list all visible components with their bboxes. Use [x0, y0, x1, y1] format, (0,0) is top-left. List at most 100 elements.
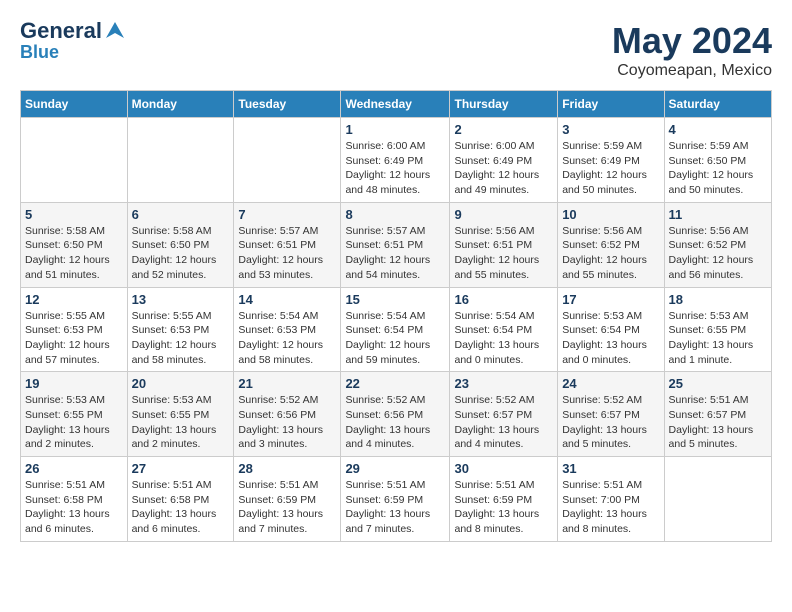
day-number: 20	[132, 376, 230, 391]
calendar-header-row: SundayMondayTuesdayWednesdayThursdayFrid…	[21, 91, 772, 118]
calendar-cell: 29 Sunrise: 5:51 AM Sunset: 6:59 PM Dayli…	[341, 457, 450, 542]
day-info: Sunrise: 6:00 AM Sunset: 6:49 PM Dayligh…	[345, 139, 445, 198]
day-number: 21	[238, 376, 336, 391]
day-info: Sunrise: 5:57 AM Sunset: 6:51 PM Dayligh…	[345, 224, 445, 283]
column-header-tuesday: Tuesday	[234, 91, 341, 118]
day-number: 22	[345, 376, 445, 391]
day-info: Sunrise: 5:52 AM Sunset: 6:57 PM Dayligh…	[562, 393, 659, 452]
column-header-thursday: Thursday	[450, 91, 558, 118]
week-row-5: 26 Sunrise: 5:51 AM Sunset: 6:58 PM Dayli…	[21, 457, 772, 542]
logo-bird-icon	[104, 20, 126, 42]
calendar-cell: 5Sunrise: 5:58 AM Sunset: 6:50 PM Daylig…	[21, 202, 128, 287]
day-info: Sunrise: 5:51 AM Sunset: 6:58 PM Dayligh…	[25, 478, 123, 537]
day-info: Sunrise: 5:55 AM Sunset: 6:53 PM Dayligh…	[132, 309, 230, 368]
day-info: Sunrise: 5:51 AM Sunset: 6:59 PM Dayligh…	[345, 478, 445, 537]
day-info: Sunrise: 5:56 AM Sunset: 6:51 PM Dayligh…	[454, 224, 553, 283]
day-number: 28	[238, 461, 336, 476]
day-info: Sunrise: 6:00 AM Sunset: 6:49 PM Dayligh…	[454, 139, 553, 198]
calendar-cell: 16 Sunrise: 5:54 AM Sunset: 6:54 PM Dayli…	[450, 287, 558, 372]
day-number: 23	[454, 376, 553, 391]
column-header-monday: Monday	[127, 91, 234, 118]
day-info: Sunrise: 5:56 AM Sunset: 6:52 PM Dayligh…	[562, 224, 659, 283]
day-number: 9	[454, 207, 553, 222]
day-number: 24	[562, 376, 659, 391]
calendar-cell	[664, 457, 771, 542]
day-number: 18	[669, 292, 767, 307]
calendar-cell: 11Sunrise: 5:56 AM Sunset: 6:52 PM Dayli…	[664, 202, 771, 287]
calendar-cell: 1 Sunrise: 6:00 AM Sunset: 6:49 PM Daylig…	[341, 118, 450, 203]
day-number: 7	[238, 207, 336, 222]
day-number: 25	[669, 376, 767, 391]
day-number: 16	[454, 292, 553, 307]
day-info: Sunrise: 5:53 AM Sunset: 6:55 PM Dayligh…	[669, 309, 767, 368]
day-info: Sunrise: 5:52 AM Sunset: 6:56 PM Dayligh…	[345, 393, 445, 452]
week-row-2: 5 Sunrise: 5:58 AM Sunset: 6:50 PM Daylig…	[21, 202, 772, 287]
day-number: 14	[238, 292, 336, 307]
day-number: 17	[562, 292, 659, 307]
calendar-cell: 27Sunrise: 5:51 AM Sunset: 6:58 PM Dayli…	[127, 457, 234, 542]
day-number: 1	[345, 122, 445, 137]
day-number: 5	[25, 207, 123, 222]
page-header: General Blue May 2024 Coyomeapan, Mexico	[20, 20, 772, 80]
calendar-cell	[234, 118, 341, 203]
day-number: 15	[345, 292, 445, 307]
calendar-cell: 8 Sunrise: 5:57 AM Sunset: 6:51 PM Daylig…	[341, 202, 450, 287]
day-info: Sunrise: 5:57 AM Sunset: 6:51 PM Dayligh…	[238, 224, 336, 283]
day-info: Sunrise: 5:51 AM Sunset: 6:57 PM Dayligh…	[669, 393, 767, 452]
calendar-cell: 25 Sunrise: 5:51 AM Sunset: 6:57 PM Dayli…	[664, 372, 771, 457]
week-row-1: 1 Sunrise: 6:00 AM Sunset: 6:49 PM Daylig…	[21, 118, 772, 203]
day-number: 26	[25, 461, 123, 476]
day-number: 12	[25, 292, 123, 307]
logo-blue: Blue	[20, 42, 59, 63]
column-header-saturday: Saturday	[664, 91, 771, 118]
day-info: Sunrise: 5:53 AM Sunset: 6:54 PM Dayligh…	[562, 309, 659, 368]
calendar-cell: 28 Sunrise: 5:51 AM Sunset: 6:59 PM Dayli…	[234, 457, 341, 542]
calendar-cell: 3Sunrise: 5:59 AM Sunset: 6:49 PM Daylig…	[558, 118, 664, 203]
day-number: 30	[454, 461, 553, 476]
calendar-table: SundayMondayTuesdayWednesdayThursdayFrid…	[20, 90, 772, 542]
calendar-body: 1 Sunrise: 6:00 AM Sunset: 6:49 PM Daylig…	[21, 118, 772, 542]
day-number: 2	[454, 122, 553, 137]
day-info: Sunrise: 5:51 AM Sunset: 6:59 PM Dayligh…	[454, 478, 553, 537]
calendar-cell: 13 Sunrise: 5:55 AM Sunset: 6:53 PM Dayli…	[127, 287, 234, 372]
day-number: 6	[132, 207, 230, 222]
day-info: Sunrise: 5:53 AM Sunset: 6:55 PM Dayligh…	[25, 393, 123, 452]
day-info: Sunrise: 5:51 AM Sunset: 6:58 PM Dayligh…	[132, 478, 230, 537]
day-number: 8	[345, 207, 445, 222]
calendar-cell	[127, 118, 234, 203]
day-number: 4	[669, 122, 767, 137]
day-info: Sunrise: 5:52 AM Sunset: 6:56 PM Dayligh…	[238, 393, 336, 452]
month-year: May 2024	[612, 20, 772, 62]
title-block: May 2024 Coyomeapan, Mexico	[612, 20, 772, 80]
day-info: Sunrise: 5:55 AM Sunset: 6:53 PM Dayligh…	[25, 309, 123, 368]
day-number: 13	[132, 292, 230, 307]
calendar-cell: 6 Sunrise: 5:58 AM Sunset: 6:50 PM Daylig…	[127, 202, 234, 287]
calendar-cell: 14 Sunrise: 5:54 AM Sunset: 6:53 PM Dayli…	[234, 287, 341, 372]
logo: General Blue	[20, 20, 126, 63]
week-row-4: 19 Sunrise: 5:53 AM Sunset: 6:55 PM Dayli…	[21, 372, 772, 457]
day-info: Sunrise: 5:56 AM Sunset: 6:52 PM Dayligh…	[669, 224, 767, 283]
calendar-cell: 7 Sunrise: 5:57 AM Sunset: 6:51 PM Daylig…	[234, 202, 341, 287]
column-header-friday: Friday	[558, 91, 664, 118]
day-number: 19	[25, 376, 123, 391]
calendar-cell: 12 Sunrise: 5:55 AM Sunset: 6:53 PM Dayli…	[21, 287, 128, 372]
location: Coyomeapan, Mexico	[612, 62, 772, 80]
column-header-sunday: Sunday	[21, 91, 128, 118]
calendar-cell: 23Sunrise: 5:52 AM Sunset: 6:57 PM Dayli…	[450, 372, 558, 457]
calendar-cell: 21 Sunrise: 5:52 AM Sunset: 6:56 PM Dayli…	[234, 372, 341, 457]
day-info: Sunrise: 5:59 AM Sunset: 6:50 PM Dayligh…	[669, 139, 767, 198]
logo-general: General	[20, 20, 102, 42]
calendar-cell: 2 Sunrise: 6:00 AM Sunset: 6:49 PM Daylig…	[450, 118, 558, 203]
calendar-cell: 9 Sunrise: 5:56 AM Sunset: 6:51 PM Daylig…	[450, 202, 558, 287]
calendar-cell: 18 Sunrise: 5:53 AM Sunset: 6:55 PM Dayli…	[664, 287, 771, 372]
calendar-cell: 4 Sunrise: 5:59 AM Sunset: 6:50 PM Daylig…	[664, 118, 771, 203]
calendar-cell: 19 Sunrise: 5:53 AM Sunset: 6:55 PM Dayli…	[21, 372, 128, 457]
day-info: Sunrise: 5:54 AM Sunset: 6:53 PM Dayligh…	[238, 309, 336, 368]
day-info: Sunrise: 5:54 AM Sunset: 6:54 PM Dayligh…	[454, 309, 553, 368]
day-number: 29	[345, 461, 445, 476]
calendar-cell: 15Sunrise: 5:54 AM Sunset: 6:54 PM Dayli…	[341, 287, 450, 372]
calendar-cell: 10Sunrise: 5:56 AM Sunset: 6:52 PM Dayli…	[558, 202, 664, 287]
day-info: Sunrise: 5:58 AM Sunset: 6:50 PM Dayligh…	[132, 224, 230, 283]
calendar-cell: 24 Sunrise: 5:52 AM Sunset: 6:57 PM Dayli…	[558, 372, 664, 457]
day-info: Sunrise: 5:51 AM Sunset: 6:59 PM Dayligh…	[238, 478, 336, 537]
